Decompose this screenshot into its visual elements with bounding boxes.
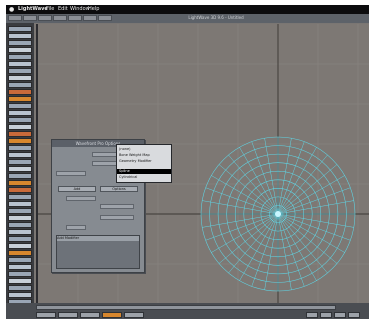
left-toolbar: [6, 23, 34, 305]
toolbar-button[interactable]: [8, 208, 32, 214]
toolbar-button[interactable]: [8, 215, 32, 221]
dialog-field-4[interactable]: [66, 196, 96, 201]
toolbar-button[interactable]: [8, 103, 32, 109]
tab-6[interactable]: [83, 15, 97, 21]
document-title: LightWave 3D 9.6 - Untitled: [188, 15, 244, 20]
tab-5[interactable]: [68, 15, 82, 21]
toolbar-button[interactable]: [8, 96, 32, 102]
dropdown-item[interactable]: (none): [119, 147, 169, 152]
app-menu[interactable]: LightWave: [18, 5, 48, 14]
options-button[interactable]: Options: [100, 186, 138, 192]
tab-3[interactable]: [38, 15, 52, 21]
sphere-pole: [275, 211, 281, 217]
toolbar-button[interactable]: [8, 54, 32, 60]
toolbar-button[interactable]: [8, 138, 32, 144]
dialog-field-7[interactable]: [66, 225, 86, 230]
toolbar-button[interactable]: [8, 159, 32, 165]
dropdown-item[interactable]: Bone Weight Map: [119, 153, 169, 158]
toolbar-button[interactable]: [8, 166, 32, 172]
toolbar-button[interactable]: [8, 33, 32, 39]
toolbar-button[interactable]: [8, 152, 32, 158]
title-strip: LightWave 3D 9.6 - Untitled: [6, 14, 369, 23]
timeline-slider[interactable]: [36, 305, 336, 310]
sphere-wireframe[interactable]: [200, 136, 356, 292]
dialog-field-6[interactable]: [100, 215, 134, 220]
tab-2[interactable]: [23, 15, 37, 21]
toolbar-button[interactable]: [8, 292, 32, 298]
toolbar-button[interactable]: [8, 40, 32, 46]
photo-frame: ● LightWave File Edit Window Help LightW…: [0, 0, 377, 326]
tab-4[interactable]: [53, 15, 67, 21]
menu-bar: ● LightWave File Edit Window Help: [6, 5, 369, 14]
toolbar-button[interactable]: [8, 173, 32, 179]
bottom-button[interactable]: [80, 312, 100, 318]
play-button[interactable]: [306, 312, 318, 318]
toolbar-button[interactable]: [8, 124, 32, 130]
toolbar-button[interactable]: [8, 278, 32, 284]
toolbar-button[interactable]: [8, 26, 32, 32]
menu-file[interactable]: File: [46, 5, 54, 14]
menu-window[interactable]: Window: [70, 5, 90, 14]
bottom-button-active[interactable]: [102, 312, 122, 318]
modifier-list[interactable]: Add Modifier: [56, 235, 140, 269]
toolbar-button[interactable]: [8, 180, 32, 186]
apple-icon[interactable]: ●: [9, 5, 14, 14]
toolbar-button[interactable]: [8, 47, 32, 53]
tab-1[interactable]: [8, 15, 22, 21]
toolbar-button[interactable]: [8, 89, 32, 95]
toolbar-button[interactable]: [8, 82, 32, 88]
app-screen: ● LightWave File Edit Window Help LightW…: [6, 5, 369, 319]
dropdown-item[interactable]: Geometry Modifier: [119, 159, 169, 164]
dropdown-item[interactable]: Cylindrical: [119, 175, 169, 180]
toolbar-button[interactable]: [8, 75, 32, 81]
next-button[interactable]: [334, 312, 346, 318]
dropdown-item-selected[interactable]: Spline: [119, 169, 169, 174]
toolbar-button[interactable]: [8, 61, 32, 67]
menu-help[interactable]: Help: [88, 5, 99, 14]
toolbar-button[interactable]: [8, 236, 32, 242]
toolbar-button[interactable]: [8, 250, 32, 256]
bottom-button[interactable]: [36, 312, 56, 318]
modifier-list-header: Add Modifier: [57, 236, 139, 241]
toolbar-button[interactable]: [8, 222, 32, 228]
toolbar-button[interactable]: [8, 257, 32, 263]
toolbar-button[interactable]: [8, 285, 32, 291]
bottom-button[interactable]: [58, 312, 78, 318]
add-button[interactable]: Add: [58, 186, 96, 192]
toolbar-button[interactable]: [8, 243, 32, 249]
toolbar-button[interactable]: [8, 131, 32, 137]
toolbar-button[interactable]: [8, 110, 32, 116]
dialog-field-3[interactable]: [56, 171, 86, 176]
toolbar-button[interactable]: [8, 117, 32, 123]
dialog-field-5[interactable]: [100, 204, 134, 209]
toolbar-button[interactable]: [8, 187, 32, 193]
toolbar-button[interactable]: [8, 264, 32, 270]
dropdown-menu[interactable]: (none) Bone Weight Map Geometry Modifier…: [116, 144, 172, 183]
toolbar-button[interactable]: [8, 68, 32, 74]
toolbar-button[interactable]: [8, 145, 32, 151]
toolbar-button[interactable]: [8, 201, 32, 207]
tab-7[interactable]: [98, 15, 112, 21]
toolbar-button[interactable]: [8, 194, 32, 200]
end-button[interactable]: [348, 312, 360, 318]
menu-edit[interactable]: Edit: [58, 5, 68, 14]
bottom-button[interactable]: [124, 312, 144, 318]
toolbar-button[interactable]: [8, 229, 32, 235]
toolbar-button[interactable]: [8, 271, 32, 277]
stop-button[interactable]: [320, 312, 332, 318]
bottom-bar: [6, 303, 369, 319]
